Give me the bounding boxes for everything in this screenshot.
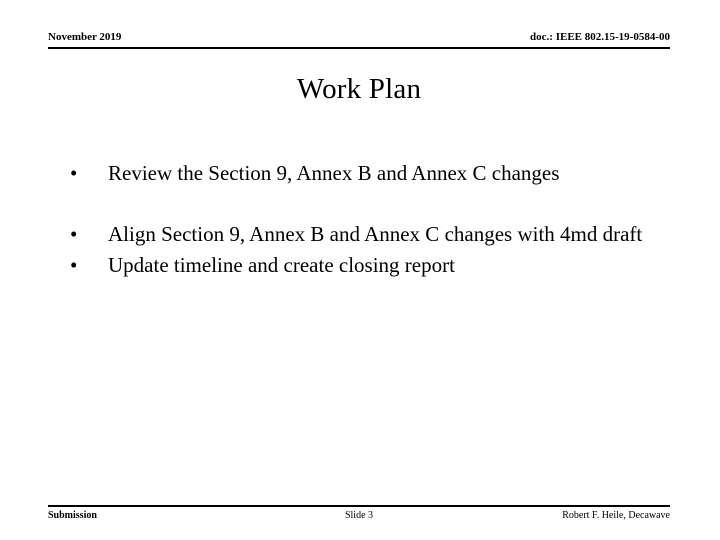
list-item: • Align Section 9, Annex B and Annex C c…: [48, 219, 673, 250]
footer-divider: [48, 505, 670, 507]
header-document-number: doc.: IEEE 802.15-19-0584-00: [530, 31, 670, 43]
list-item: • Update timeline and create closing rep…: [48, 250, 673, 281]
slide-footer: Submission Slide 3 Robert F. Heile, Deca…: [48, 509, 670, 527]
footer-author: Robert F. Heile, Decawave: [562, 510, 670, 521]
slide-canvas: November 2019 doc.: IEEE 802.15-19-0584-…: [0, 0, 720, 540]
header-date: November 2019: [48, 31, 122, 43]
header-divider: [48, 47, 670, 49]
bullet-icon: •: [70, 253, 78, 277]
slide-body: • Review the Section 9, Annex B and Anne…: [48, 128, 673, 281]
list-item: • Review the Section 9, Annex B and Anne…: [48, 158, 673, 189]
list-item-text: Review the Section 9, Annex B and Annex …: [108, 161, 560, 185]
bullet-icon: •: [70, 161, 78, 185]
page-title: Work Plan: [296, 73, 422, 105]
bullet-icon: •: [70, 222, 78, 246]
list-item-text: Update timeline and create closing repor…: [108, 253, 455, 277]
list-item-text: Align Section 9, Annex B and Annex C cha…: [108, 222, 643, 246]
